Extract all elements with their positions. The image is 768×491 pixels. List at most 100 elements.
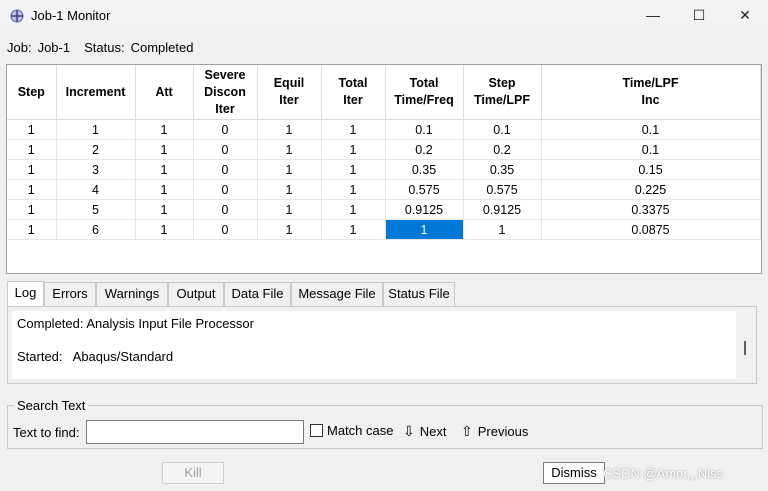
column-header[interactable]: Total Time/Freq <box>385 65 464 120</box>
close-button[interactable]: ✕ <box>722 0 768 31</box>
column-header[interactable]: Time/LPF Inc <box>541 65 761 120</box>
table-cell[interactable]: 1 <box>321 179 386 200</box>
tab-status-file[interactable]: Status File <box>383 282 455 306</box>
table-cell[interactable]: 1 <box>321 119 386 140</box>
dismiss-button[interactable]: Dismiss <box>543 462 605 484</box>
table-cell[interactable]: 6 <box>56 219 136 240</box>
table-cell[interactable]: 1 <box>7 159 57 180</box>
kill-button[interactable]: Kill <box>162 462 224 484</box>
table-row[interactable]: 1 5 1 0 1 1 0.9125 0.9125 0.3375 <box>7 199 761 220</box>
tab-errors[interactable]: Errors <box>44 282 96 306</box>
column-header[interactable]: Step <box>7 65 57 120</box>
table-cell[interactable]: 1 <box>135 179 194 200</box>
table-cell[interactable]: 0.9125 <box>385 199 464 220</box>
table-cell[interactable]: 0.3375 <box>541 199 761 220</box>
table-cell[interactable]: 0 <box>193 199 258 220</box>
tab-data-file[interactable]: Data File <box>224 282 291 306</box>
table-cell[interactable]: 1 <box>257 219 322 240</box>
table-cell[interactable]: 0 <box>193 179 258 200</box>
table-cell[interactable]: 1 <box>257 179 322 200</box>
table-cell[interactable]: 1 <box>257 159 322 180</box>
table-cell[interactable]: 1 <box>321 199 386 220</box>
table-cell[interactable]: 1 <box>385 219 464 240</box>
tab-message-file[interactable]: Message File <box>291 282 383 306</box>
table-cell[interactable]: 1 <box>7 139 57 160</box>
table-cell[interactable]: 1 <box>257 139 322 160</box>
column-header[interactable]: Equil Iter <box>257 65 322 120</box>
table-row[interactable]: 1 4 1 0 1 1 0.575 0.575 0.225 <box>7 179 761 200</box>
table-cell[interactable]: 1 <box>135 139 194 160</box>
column-header[interactable]: Severe Discon Iter <box>193 65 258 120</box>
column-header-line: Total <box>338 76 368 90</box>
find-input[interactable] <box>86 420 304 444</box>
table-cell[interactable]: 0 <box>193 159 258 180</box>
next-button[interactable]: ⇩ Next <box>403 423 446 440</box>
table-cell[interactable]: 0.0875 <box>541 219 761 240</box>
table-cell[interactable]: 3 <box>56 159 136 180</box>
column-header[interactable]: Total Iter <box>321 65 386 120</box>
status-value: Completed <box>130 40 194 55</box>
minimize-button[interactable]: — <box>630 0 676 31</box>
table-cell[interactable]: 0.575 <box>385 179 464 200</box>
log-scrollbar[interactable] <box>736 311 752 379</box>
column-header-line: Time/Freq <box>394 93 454 107</box>
column-header[interactable]: Att <box>135 65 194 120</box>
table-cell[interactable]: 0.1 <box>541 119 761 140</box>
table-cell[interactable]: 1 <box>321 159 386 180</box>
table-cell[interactable]: 1 <box>135 119 194 140</box>
job-value: Job-1 <box>37 40 71 55</box>
table-cell[interactable]: 0.35 <box>385 159 464 180</box>
column-header[interactable]: Increment <box>56 65 136 120</box>
table-cell[interactable]: 1 <box>257 199 322 220</box>
table-cell[interactable]: 1 <box>257 119 322 140</box>
arrow-up-icon: ⇧ <box>461 423 473 439</box>
table-cell[interactable]: 4 <box>56 179 136 200</box>
maximize-button[interactable]: ☐ <box>676 0 722 31</box>
tab-log[interactable]: Log <box>7 281 44 307</box>
table-cell[interactable]: 0.9125 <box>463 199 542 220</box>
table-cell[interactable]: 1 <box>7 179 57 200</box>
log-text-area[interactable]: Completed: Analysis Input File Processor… <box>12 311 736 379</box>
table-cell[interactable]: 0.2 <box>463 139 542 160</box>
table-row[interactable]: 1 2 1 0 1 1 0.2 0.2 0.1 <box>7 139 761 160</box>
table-cell[interactable]: 1 <box>7 199 57 220</box>
tab-warnings[interactable]: Warnings <box>96 282 168 306</box>
table-cell[interactable]: 0.1 <box>385 119 464 140</box>
table-cell[interactable]: 5 <box>56 199 136 220</box>
match-case-checkbox[interactable] <box>310 424 323 437</box>
table-cell[interactable]: 0.1 <box>541 139 761 160</box>
table-cell[interactable]: 1 <box>56 119 136 140</box>
status-label: Status: <box>84 40 125 55</box>
table-cell[interactable]: 1 <box>7 219 57 240</box>
tab-output[interactable]: Output <box>168 282 224 306</box>
table-cell[interactable]: 0.1 <box>463 119 542 140</box>
table-cell[interactable]: 1 <box>463 219 542 240</box>
table-cell[interactable]: 1 <box>7 119 57 140</box>
table-cell[interactable]: 1 <box>135 159 194 180</box>
column-header-line: Increment <box>65 84 126 99</box>
increment-table[interactable]: Step Increment Att Severe Discon Iter Equil Ite… <box>6 64 762 274</box>
table-cell[interactable]: 2 <box>56 139 136 160</box>
table-cell[interactable]: 0 <box>193 119 258 140</box>
table-cell[interactable]: 1 <box>135 199 194 220</box>
column-header[interactable]: Step Time/LPF <box>463 65 542 120</box>
table-cell[interactable]: 0.35 <box>463 159 542 180</box>
previous-button[interactable]: ⇧ Previous <box>461 423 528 440</box>
table-cell[interactable]: 0 <box>193 219 258 240</box>
table-cell[interactable]: 0.575 <box>463 179 542 200</box>
table-row[interactable]: 1 6 1 0 1 1 1 1 0.0875 <box>7 219 761 240</box>
column-header-line: Time/LPF <box>622 76 679 90</box>
table-row[interactable]: 1 3 1 0 1 1 0.35 0.35 0.15 <box>7 159 761 180</box>
scrollbar-thumb[interactable] <box>744 341 746 355</box>
table-cell[interactable]: 0.15 <box>541 159 761 180</box>
table-cell[interactable]: 1 <box>321 139 386 160</box>
table-cell[interactable]: 0.2 <box>385 139 464 160</box>
table-cell[interactable]: 1 <box>321 219 386 240</box>
column-header-line: Equil <box>273 76 305 90</box>
table-cell[interactable]: 1 <box>135 219 194 240</box>
table-row[interactable]: 1 1 1 0 1 1 0.1 0.1 0.1 <box>7 119 761 140</box>
table-cell[interactable]: 0 <box>193 139 258 160</box>
match-case-label[interactable]: Match case <box>327 423 393 438</box>
column-header-line: Step <box>17 84 45 99</box>
table-cell[interactable]: 0.225 <box>541 179 761 200</box>
